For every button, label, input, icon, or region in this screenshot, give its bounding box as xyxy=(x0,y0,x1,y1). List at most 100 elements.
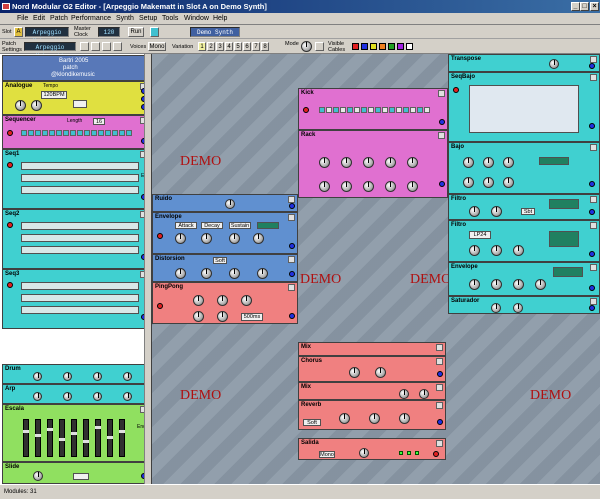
sustain-display[interactable]: Sustain xyxy=(229,222,251,229)
seq2-row1[interactable] xyxy=(21,222,139,230)
sequencer-module[interactable]: Sequencer Length 16 xyxy=(2,115,150,149)
envelope-in-jack[interactable] xyxy=(157,233,163,239)
cable-yellow-checkbox[interactable] xyxy=(370,43,377,50)
filtro-module[interactable]: Filtro Sbt xyxy=(448,194,600,220)
ruido-module[interactable]: Ruido xyxy=(152,194,298,212)
kick-step-cell[interactable] xyxy=(368,107,374,113)
escala-slider-4[interactable] xyxy=(59,419,65,457)
ruido-close-icon[interactable] xyxy=(288,196,295,203)
run-button[interactable]: Run xyxy=(128,27,144,37)
mix-close-icon[interactable] xyxy=(436,344,443,351)
env2-attack-knob[interactable] xyxy=(469,279,480,290)
reverb-type-display[interactable]: Soft xyxy=(303,419,321,426)
step-cell[interactable] xyxy=(56,130,62,136)
slide-module[interactable]: Slide xyxy=(2,462,150,484)
rack-vol-knob[interactable] xyxy=(407,181,418,192)
seq1-in-jack[interactable] xyxy=(7,162,13,168)
escala-slider-9[interactable] xyxy=(119,419,125,457)
attack-knob[interactable] xyxy=(175,233,186,244)
distortion-amount-knob[interactable] xyxy=(201,268,212,279)
variation-3-button[interactable]: 3 xyxy=(216,42,224,51)
mix2-module[interactable]: Mix xyxy=(298,382,446,400)
patch-name-display[interactable]: Arpeggio Makematt xyxy=(24,42,76,60)
patch-b-button[interactable] xyxy=(91,42,100,51)
seq3-row2[interactable] xyxy=(21,294,139,302)
seq1-row1[interactable] xyxy=(21,162,139,170)
filtro2-res-knob[interactable] xyxy=(491,245,502,256)
reverb-module[interactable]: Reverb Soft xyxy=(298,400,446,430)
step-cell[interactable] xyxy=(28,130,34,136)
analogue-module[interactable]: Analogue Tempo 120BPM xyxy=(2,81,150,115)
escala-slider-2[interactable] xyxy=(35,419,41,457)
rack-noise-knob[interactable] xyxy=(407,157,418,168)
kick-step-cell[interactable] xyxy=(382,107,388,113)
seq2-in-jack[interactable] xyxy=(7,222,13,228)
filtro2-freq-knob[interactable] xyxy=(469,245,480,256)
menu-performance[interactable]: Performance xyxy=(71,14,111,24)
reverb-time-knob[interactable] xyxy=(339,413,350,424)
seq1-row3[interactable] xyxy=(21,186,139,194)
escala-module[interactable]: Escala End xyxy=(2,404,150,462)
env2-release-knob[interactable] xyxy=(535,279,546,290)
filtro2-module[interactable]: Filtro LP24 xyxy=(448,220,600,262)
distortion-level-knob[interactable] xyxy=(229,268,240,279)
mix2-close-icon[interactable] xyxy=(436,384,443,391)
envelope-out-jack[interactable] xyxy=(289,243,295,249)
drum-knob-3[interactable] xyxy=(93,372,102,381)
step-cell[interactable] xyxy=(77,130,83,136)
filtro2-type-display[interactable]: LP24 xyxy=(469,231,491,239)
slide-knob[interactable] xyxy=(33,471,43,481)
arp-knob-1[interactable] xyxy=(33,392,42,401)
pingpong-rate-knob[interactable] xyxy=(193,311,204,322)
salida-level-knob[interactable] xyxy=(359,448,369,458)
chorus-detune-knob[interactable] xyxy=(349,367,360,378)
step-cell[interactable] xyxy=(42,130,48,136)
seq3-row3[interactable] xyxy=(21,306,139,314)
mix2-r-knob[interactable] xyxy=(419,389,429,399)
cable-purple-checkbox[interactable] xyxy=(397,43,404,50)
cable-white-checkbox[interactable] xyxy=(406,43,413,50)
distortion-module[interactable]: Distorsion Soft xyxy=(152,254,298,282)
cable-green-checkbox[interactable] xyxy=(388,43,395,50)
bajo-pitch-knob[interactable] xyxy=(463,157,474,168)
pingpong-out-jack[interactable] xyxy=(289,313,295,319)
menu-edit[interactable]: Edit xyxy=(33,14,45,24)
sustain-knob[interactable] xyxy=(229,233,240,244)
variation-7-button[interactable]: 7 xyxy=(252,42,260,51)
pingpong-mix-knob[interactable] xyxy=(241,295,252,306)
seq3-module[interactable]: Seq3 xyxy=(2,269,150,329)
rack-bend-knob[interactable] xyxy=(363,181,374,192)
distortion-out-jack[interactable] xyxy=(289,271,295,277)
step-cell[interactable] xyxy=(112,130,118,136)
kick-out-jack[interactable] xyxy=(439,119,445,125)
transpose-close-icon[interactable] xyxy=(590,56,597,63)
env2-decay-knob[interactable] xyxy=(491,279,502,290)
menu-synth[interactable]: Synth xyxy=(116,14,134,24)
distortion-tone-knob[interactable] xyxy=(257,268,268,279)
seq1-module[interactable]: Seq1 End xyxy=(2,149,150,209)
menu-patch[interactable]: Patch xyxy=(50,14,68,24)
escala-slider-3[interactable] xyxy=(47,419,53,457)
pingpong-close-icon[interactable] xyxy=(288,284,295,291)
header-module[interactable]: Bartri 2005 patch @klondikemusic xyxy=(2,55,150,81)
rack-out-jack[interactable] xyxy=(439,181,445,187)
slot-a-button[interactable]: A xyxy=(14,27,23,37)
maximize-button[interactable]: □ xyxy=(580,2,589,11)
analogue-value-display[interactable] xyxy=(73,100,87,108)
step-cell[interactable] xyxy=(98,130,104,136)
envelope2-close-icon[interactable] xyxy=(590,264,597,271)
filtro-close-icon[interactable] xyxy=(590,196,597,203)
transpose-knob[interactable] xyxy=(549,59,559,69)
reverb-out-jack[interactable] xyxy=(437,419,443,425)
pingpong-module[interactable]: PingPong 500ms xyxy=(152,282,298,324)
release-knob[interactable] xyxy=(253,233,264,244)
attack-display[interactable]: Attack xyxy=(175,222,197,229)
pingpong-time-display[interactable]: 500ms xyxy=(241,313,263,321)
chorus-close-icon[interactable] xyxy=(436,358,443,365)
kick-step-cell[interactable] xyxy=(340,107,346,113)
saturador-level-knob[interactable] xyxy=(513,303,523,313)
escala-slider-6[interactable] xyxy=(83,419,89,457)
step-cell[interactable] xyxy=(126,130,132,136)
salida-close-icon[interactable] xyxy=(436,440,443,447)
transpose-out-jack[interactable] xyxy=(589,63,595,69)
